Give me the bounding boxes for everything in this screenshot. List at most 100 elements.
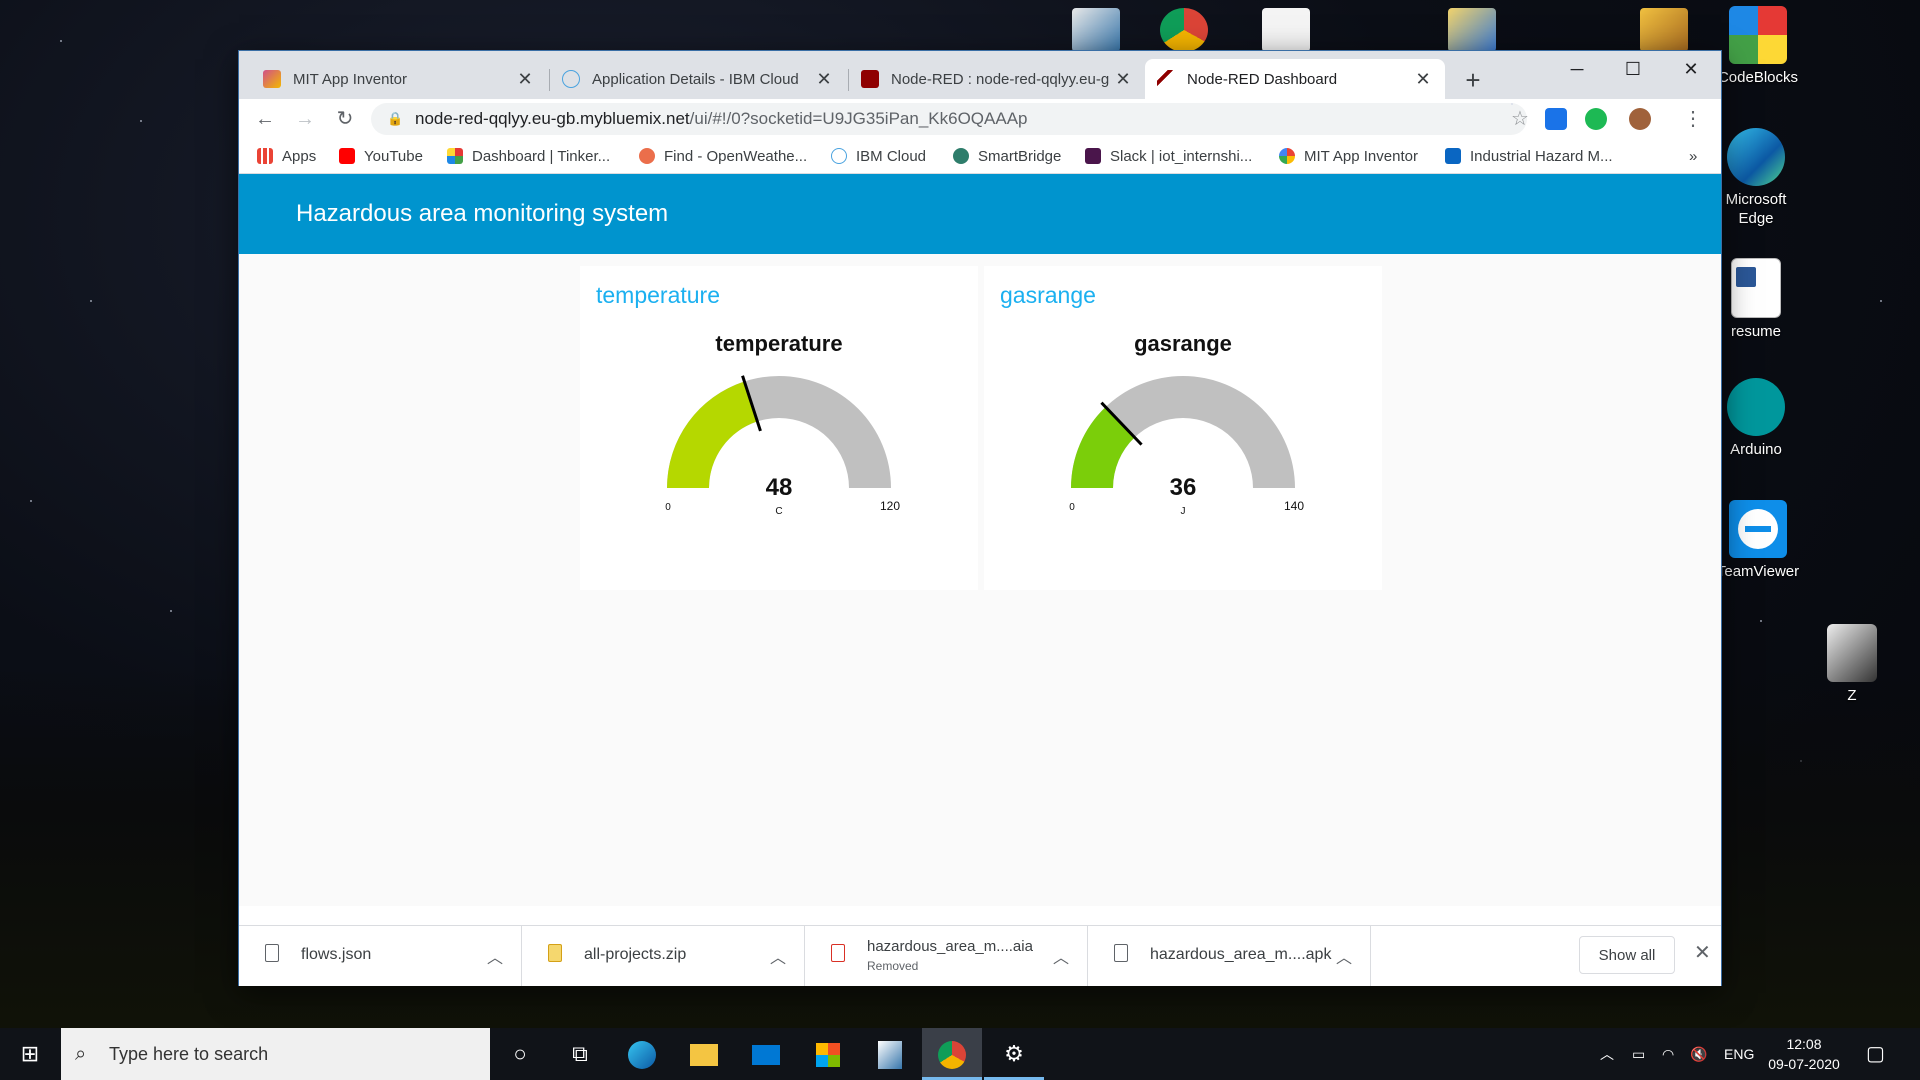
clock[interactable]: 12:08 09-07-2020 [1756, 1034, 1852, 1074]
clock-date: 09-07-2020 [1768, 1056, 1840, 1072]
edge-taskbar-icon[interactable] [612, 1028, 672, 1080]
gauge-label: gasrange [1134, 331, 1232, 356]
google-icon [1279, 148, 1295, 164]
tab-mit-app-inventor[interactable]: MIT App Inventor ✕ [251, 59, 547, 99]
show-all-button[interactable]: Show all [1579, 936, 1675, 974]
minimize-button[interactable]: ─ [1547, 51, 1607, 87]
close-icon[interactable]: ✕ [814, 69, 834, 90]
close-icon[interactable]: ✕ [1413, 69, 1433, 90]
downloads-bar: flows.json ︿ all-projects.zip ︿ hazardou… [239, 925, 1721, 986]
close-downloads-icon[interactable]: ✕ [1694, 940, 1711, 965]
bookmark-slack[interactable]: Slack | iot_internshi... [1085, 139, 1252, 173]
broom-icon[interactable] [1640, 8, 1688, 52]
desktop-icon-resume[interactable]: resume [1708, 258, 1804, 341]
gauge-label: temperature [715, 331, 842, 356]
download-item[interactable]: all-projects.zip ︿ [522, 926, 805, 986]
maximize-button[interactable]: ☐ [1603, 51, 1663, 87]
download-item[interactable]: hazardous_area_m....apk ︿ [1088, 926, 1371, 986]
gauge-card: gasrange gasrange 36 J 0 140 [984, 266, 1382, 590]
notifications-icon[interactable]: ▢ [1866, 1028, 1885, 1080]
desktop-icon-label: CodeBlocks [1717, 69, 1799, 86]
bookmark-youtube[interactable]: YouTube [339, 139, 423, 173]
menu-kebab-icon[interactable]: ⋮ [1679, 105, 1707, 133]
tab-title: Node-RED Dashboard [1187, 70, 1338, 88]
desktop-icon-edge[interactable]: Microsoft Edge [1708, 128, 1804, 228]
gauge-min: 0 [665, 502, 671, 513]
tray-chevron-icon[interactable]: ︿ [1600, 1028, 1614, 1080]
chevron-up-icon[interactable]: ︿ [487, 944, 503, 968]
close-icon[interactable]: ✕ [515, 69, 535, 90]
chrome-taskbar-icon[interactable] [922, 1028, 982, 1080]
tab-ibm-cloud[interactable]: Application Details - IBM Cloud ✕ [550, 59, 846, 99]
download-item[interactable]: flows.json ︿ [239, 926, 522, 986]
bookmarks-more-button[interactable]: » [1689, 139, 1697, 173]
bookmark-mit-app-inventor[interactable]: MIT App Inventor [1279, 139, 1418, 173]
back-button[interactable]: ← [251, 105, 279, 133]
chevron-up-icon[interactable]: ︿ [1336, 944, 1352, 968]
wifi-icon[interactable]: ◠ [1662, 1028, 1674, 1080]
gauge-value: 48 [766, 474, 793, 501]
text-file-icon[interactable] [1262, 8, 1310, 52]
desktop-icon-codeblocks[interactable]: CodeBlocks [1710, 6, 1806, 87]
chevron-up-icon[interactable]: ︿ [770, 944, 786, 968]
phone-icon [1827, 624, 1877, 682]
mail-icon[interactable] [736, 1028, 796, 1080]
volume-muted-icon[interactable]: 🔇 [1690, 1028, 1707, 1080]
desktop-icon-teamviewer[interactable]: TeamViewer [1710, 500, 1806, 581]
bookmark-smartbridge[interactable]: SmartBridge [953, 139, 1061, 173]
close-window-button[interactable]: ✕ [1661, 51, 1721, 87]
chrome-shortcut-icon[interactable] [1160, 8, 1208, 52]
extension-check-icon[interactable] [1585, 108, 1607, 130]
gauge-max: 140 [1284, 499, 1304, 513]
bookmark-apps[interactable]: Apps [257, 139, 316, 173]
download-name: hazardous_area_m....aia [867, 938, 1033, 955]
address-bar[interactable]: 🔒 node-red-qqlyy.eu-gb.mybluemix.net/ui/… [371, 103, 1529, 135]
tab-node-red-dashboard[interactable]: Node-RED Dashboard ✕ [1145, 59, 1445, 99]
task-view-icon[interactable]: ⧉ [550, 1028, 610, 1080]
extension-s-icon[interactable] [1545, 108, 1567, 130]
cortana-icon[interactable]: ○ [490, 1028, 550, 1080]
python-file-icon[interactable] [1072, 8, 1120, 52]
desktop-icon-label: Arduino [1730, 441, 1782, 458]
smartbridge-icon [953, 148, 969, 164]
clock-time: 12:08 [1786, 1036, 1822, 1052]
desktop-icon-arduino[interactable]: Arduino [1708, 378, 1804, 459]
new-tab-button[interactable]: + [1458, 65, 1488, 95]
close-icon[interactable]: ✕ [1113, 69, 1133, 90]
bookmark-star-icon[interactable]: ☆ [1511, 103, 1529, 130]
bookmark-openweather[interactable]: Find - OpenWeathe... [639, 139, 807, 173]
reload-button[interactable]: ↻ [331, 105, 359, 133]
taskbar: ⊞ ⌕ Type here to search ○ ⧉ ⚙ ︿ ▭ ◠ 🔇 EN… [0, 1028, 1920, 1080]
mit-app-inventor-favicon-icon [263, 70, 281, 88]
download-name: hazardous_area_m....apk [1150, 946, 1332, 963]
installer-icon[interactable] [1448, 8, 1496, 52]
file-explorer-icon[interactable] [674, 1028, 734, 1080]
search-icon: ⌕ [75, 1043, 87, 1065]
chevron-up-icon[interactable]: ︿ [1053, 944, 1069, 968]
store-icon[interactable] [798, 1028, 858, 1080]
battery-icon[interactable]: ▭ [1632, 1028, 1645, 1080]
download-item[interactable]: hazardous_area_m....aia Removed ︿ [805, 926, 1088, 986]
bookmark-tinkercad[interactable]: Dashboard | Tinker... [447, 139, 610, 173]
bookmark-industrial-hazard[interactable]: Industrial Hazard M... [1445, 139, 1613, 173]
desktop-icon-label: resume [1730, 323, 1782, 340]
gauge-unit: C [775, 506, 782, 517]
teamviewer-icon [1729, 500, 1787, 558]
language-indicator[interactable]: ENG [1724, 1028, 1754, 1080]
windows-start-icon[interactable]: ⊞ [0, 1028, 60, 1080]
dashboard-page: Hazardous area monitoring system tempera… [239, 174, 1721, 906]
settings-gear-icon[interactable]: ⚙ [984, 1028, 1044, 1080]
dashboard-header: Hazardous area monitoring system [239, 174, 1721, 254]
forward-button[interactable]: → [291, 105, 319, 133]
taskbar-search[interactable]: ⌕ Type here to search [61, 1028, 490, 1080]
gauge-min: 0 [1069, 502, 1075, 513]
download-name: all-projects.zip [584, 946, 687, 963]
apps-grid-icon [257, 148, 273, 164]
openweather-icon [639, 148, 655, 164]
word-document-icon [1731, 258, 1781, 318]
profile-avatar[interactable] [1629, 108, 1651, 130]
desktop-icon-z[interactable]: Z [1804, 624, 1900, 705]
bookmark-ibm-cloud[interactable]: IBM Cloud [831, 139, 926, 173]
tab-node-red-editor[interactable]: Node-RED : node-red-qqlyy.eu-g ✕ [849, 59, 1145, 99]
python-taskbar-icon[interactable] [860, 1028, 920, 1080]
